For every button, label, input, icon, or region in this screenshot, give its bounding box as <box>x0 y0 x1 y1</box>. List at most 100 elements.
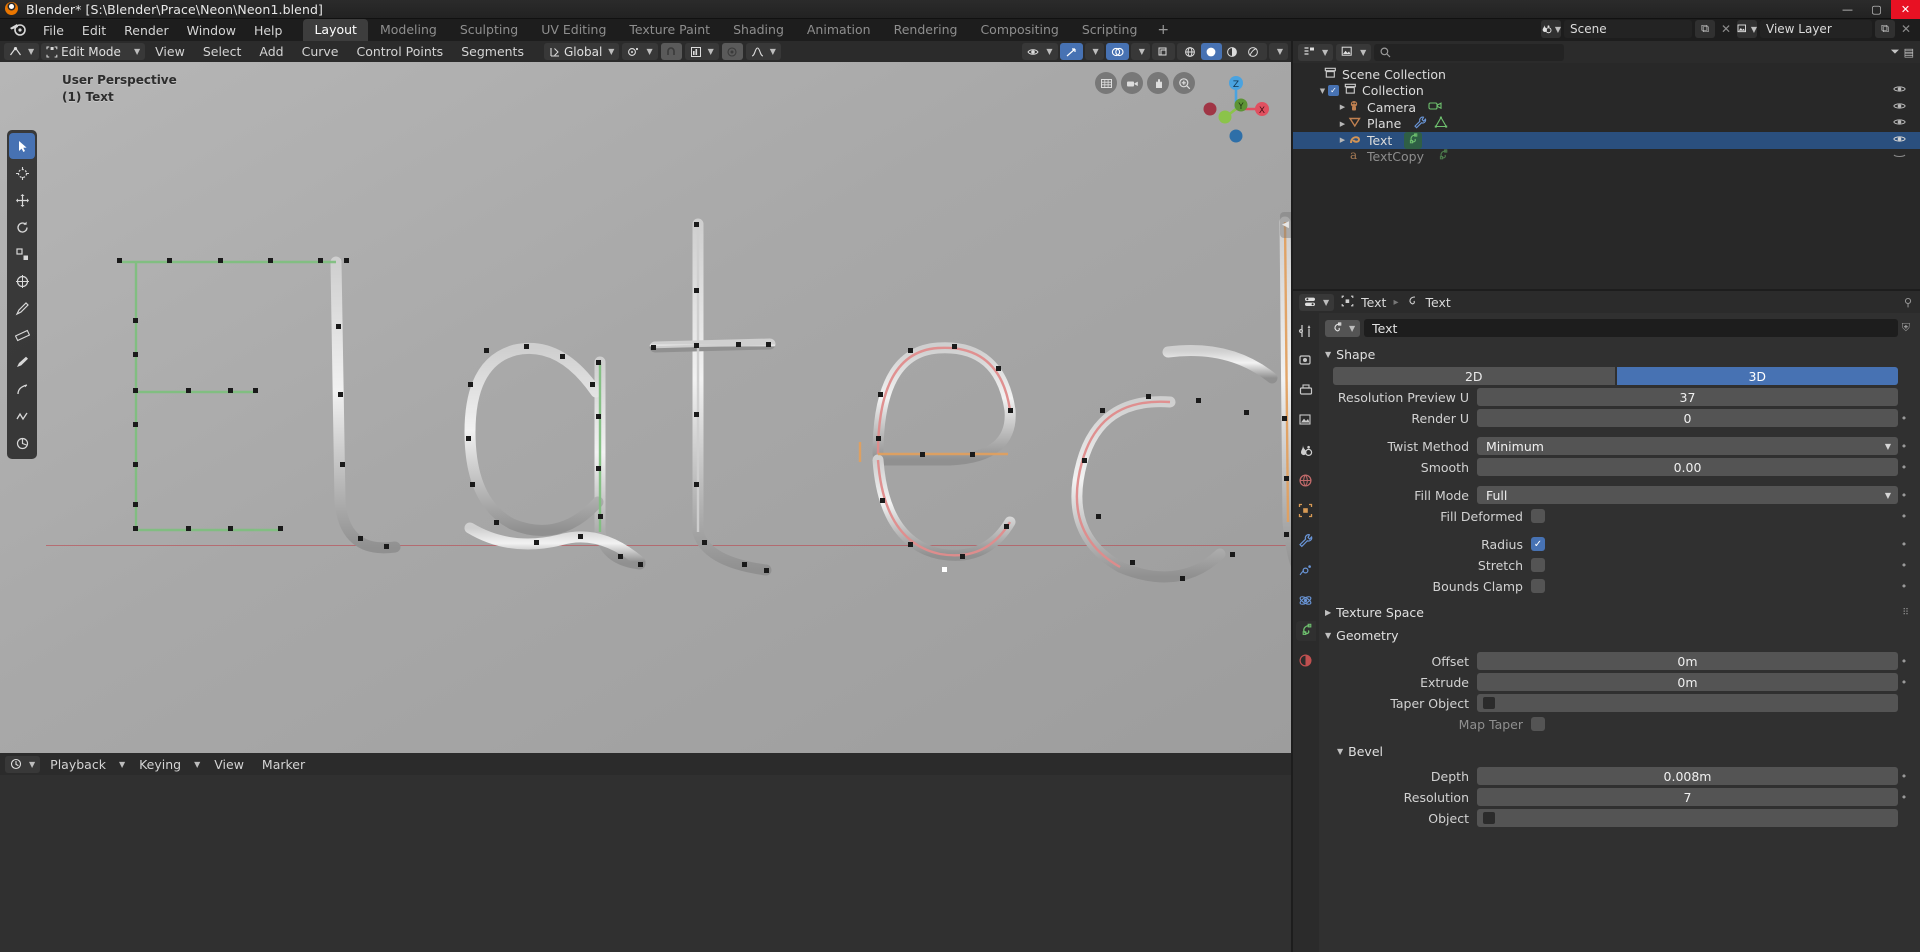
transform-orientation-selector[interactable]: Global ▼ <box>544 43 620 60</box>
add-workspace-button[interactable]: + <box>1149 20 1177 40</box>
visibility-eye-icon[interactable] <box>1893 117 1906 130</box>
animate-property-dot[interactable]: • <box>1898 559 1910 572</box>
interaction-mode-selector[interactable]: Edit Mode ▼ <box>41 43 146 60</box>
transform-tool[interactable] <box>9 268 35 294</box>
tilt-tool[interactable] <box>9 430 35 456</box>
annotate-tool[interactable] <box>9 295 35 321</box>
scene-browse-icon[interactable]: ▼ <box>1541 20 1561 38</box>
shading-material-icon[interactable] <box>1222 43 1243 60</box>
gizmo-options-dropdown[interactable]: ▼ <box>1084 43 1104 60</box>
breadcrumb-object[interactable]: Text <box>1361 295 1386 310</box>
navigation-gizmo[interactable]: Z X Y <box>1197 70 1275 148</box>
breadcrumb-data[interactable]: Text <box>1425 295 1450 310</box>
move-tool[interactable] <box>9 187 35 213</box>
outliner-row-textcopy[interactable]: a TextCopy <box>1293 148 1920 166</box>
close-button[interactable]: ✕ <box>1891 0 1920 19</box>
tab-world[interactable] <box>1296 471 1316 491</box>
outliner-new-collection-icon[interactable]: ▤ <box>1904 46 1914 59</box>
dimension-2d-button[interactable]: 2D <box>1333 367 1615 385</box>
visibility-eye-icon[interactable] <box>1893 150 1906 163</box>
tab-physics[interactable] <box>1296 591 1316 611</box>
collection-checkbox[interactable]: ✓ <box>1328 85 1339 97</box>
snap-magnet-toggle[interactable] <box>660 43 682 60</box>
tab-object-data[interactable] <box>1296 621 1316 641</box>
outliner-row-collection[interactable]: ▼ ✓ Collection <box>1293 83 1920 100</box>
pin-id-icon[interactable]: ⚲ <box>1904 296 1920 309</box>
modifier-wrench-icon[interactable] <box>1413 116 1427 132</box>
animate-property-dot[interactable]: • <box>1898 510 1910 523</box>
tab-view-layer[interactable] <box>1296 411 1316 431</box>
toggle-perspective-icon[interactable] <box>1095 72 1117 94</box>
visibility-eye-icon[interactable] <box>1893 84 1906 97</box>
timeline-menu-playback[interactable]: Playback <box>42 757 114 772</box>
bevel-object-field[interactable] <box>1477 809 1898 827</box>
section-geometry[interactable]: ▼ Geometry <box>1325 625 1910 648</box>
timeline-editor-type-selector[interactable]: ▼ <box>5 755 41 773</box>
menu-render[interactable]: Render <box>115 21 178 40</box>
tab-uv-editing[interactable]: UV Editing <box>530 19 617 41</box>
tab-sculpting[interactable]: Sculpting <box>449 19 529 41</box>
remove-view-layer-icon[interactable]: ✕ <box>1898 20 1914 38</box>
fake-user-shield-icon[interactable]: ⛨ <box>1902 321 1910 335</box>
gizmo-toggle[interactable] <box>1059 43 1083 60</box>
timeline-menu-keying[interactable]: Keying <box>131 757 189 772</box>
visibility-selector[interactable]: ▼ <box>1022 43 1058 60</box>
tab-scene[interactable] <box>1296 441 1316 461</box>
draw-curve-tool[interactable] <box>9 349 35 375</box>
timeline-menu-view[interactable]: View <box>206 757 252 772</box>
unlink-scene-icon[interactable]: ✕ <box>1718 20 1734 38</box>
viewport-menu-curve[interactable]: Curve <box>294 44 347 59</box>
tweak-tool[interactable] <box>9 133 35 159</box>
menu-window[interactable]: Window <box>178 21 245 40</box>
animate-property-dot[interactable]: • <box>1898 770 1910 783</box>
animate-property-dot[interactable]: • <box>1898 412 1910 425</box>
properties-editor-type-selector[interactable]: ▼ <box>1299 293 1335 311</box>
viewport-menu-add[interactable]: Add <box>251 44 291 59</box>
radius-checkbox[interactable]: ✓ <box>1531 537 1545 551</box>
measure-tool[interactable] <box>9 322 35 348</box>
stretch-checkbox[interactable] <box>1531 558 1545 572</box>
tab-shading[interactable]: Shading <box>722 19 795 41</box>
outliner-editor-type-selector[interactable]: ▼ <box>1298 43 1334 61</box>
menu-edit[interactable]: Edit <box>73 21 115 40</box>
animate-property-dot[interactable]: • <box>1898 791 1910 804</box>
section-bevel[interactable]: ▼ Bevel <box>1325 736 1910 764</box>
expand-triangle-icon[interactable]: ▶ <box>1337 103 1348 111</box>
field-value[interactable]: Full ▼ <box>1477 486 1898 504</box>
animate-property-dot[interactable]: • <box>1898 676 1910 689</box>
outliner-filter-icon[interactable]: ⏷ <box>1891 45 1900 59</box>
animate-property-dot[interactable]: • <box>1898 440 1910 453</box>
datablock-name-field[interactable]: Text <box>1364 319 1898 337</box>
outliner-row-text[interactable]: ▶ Text <box>1293 131 1920 149</box>
tab-modifiers[interactable] <box>1296 531 1316 551</box>
outliner-row-plane[interactable]: ▶ Plane <box>1293 116 1920 133</box>
visibility-eye-icon[interactable] <box>1893 101 1906 114</box>
expand-triangle-icon[interactable]: ▶ <box>1337 120 1348 128</box>
timeline-menu-marker[interactable]: Marker <box>254 757 313 772</box>
animate-property-dot[interactable]: • <box>1898 461 1910 474</box>
field-value[interactable]: 0m <box>1477 673 1898 691</box>
view-layer-name-field[interactable]: View Layer <box>1760 20 1872 38</box>
outliner-row-scene-collection[interactable]: Scene Collection <box>1293 66 1920 83</box>
field-value[interactable]: 0.008m <box>1477 767 1898 785</box>
field-value[interactable]: 0m <box>1477 652 1898 670</box>
shading-solid-icon[interactable] <box>1200 43 1222 60</box>
proportional-falloff-selector[interactable]: ▼ <box>745 43 781 60</box>
dimension-toggle[interactable]: 2D 3D <box>1333 367 1898 385</box>
tab-texture-paint[interactable]: Texture Paint <box>618 19 721 41</box>
camera-view-icon[interactable] <box>1121 72 1143 94</box>
section-texture-space[interactable]: ▶ Texture Space ⠿ <box>1325 598 1910 625</box>
shading-wireframe-icon[interactable] <box>1180 43 1201 60</box>
cursor-tool[interactable] <box>9 160 35 186</box>
scene-name-field[interactable]: Scene <box>1564 20 1692 38</box>
extrude-curve-tool[interactable] <box>9 376 35 402</box>
browse-curve-data-icon[interactable]: ▼ <box>1325 319 1361 337</box>
shading-rendered-icon[interactable] <box>1243 43 1264 60</box>
tab-animation[interactable]: Animation <box>796 19 882 41</box>
camera-data-icon[interactable] <box>1428 99 1443 115</box>
rotate-tool[interactable] <box>9 214 35 240</box>
scale-tool[interactable] <box>9 241 35 267</box>
tab-modeling[interactable]: Modeling <box>369 19 448 41</box>
tab-render[interactable] <box>1296 351 1316 371</box>
field-value[interactable]: 7 <box>1477 788 1898 806</box>
